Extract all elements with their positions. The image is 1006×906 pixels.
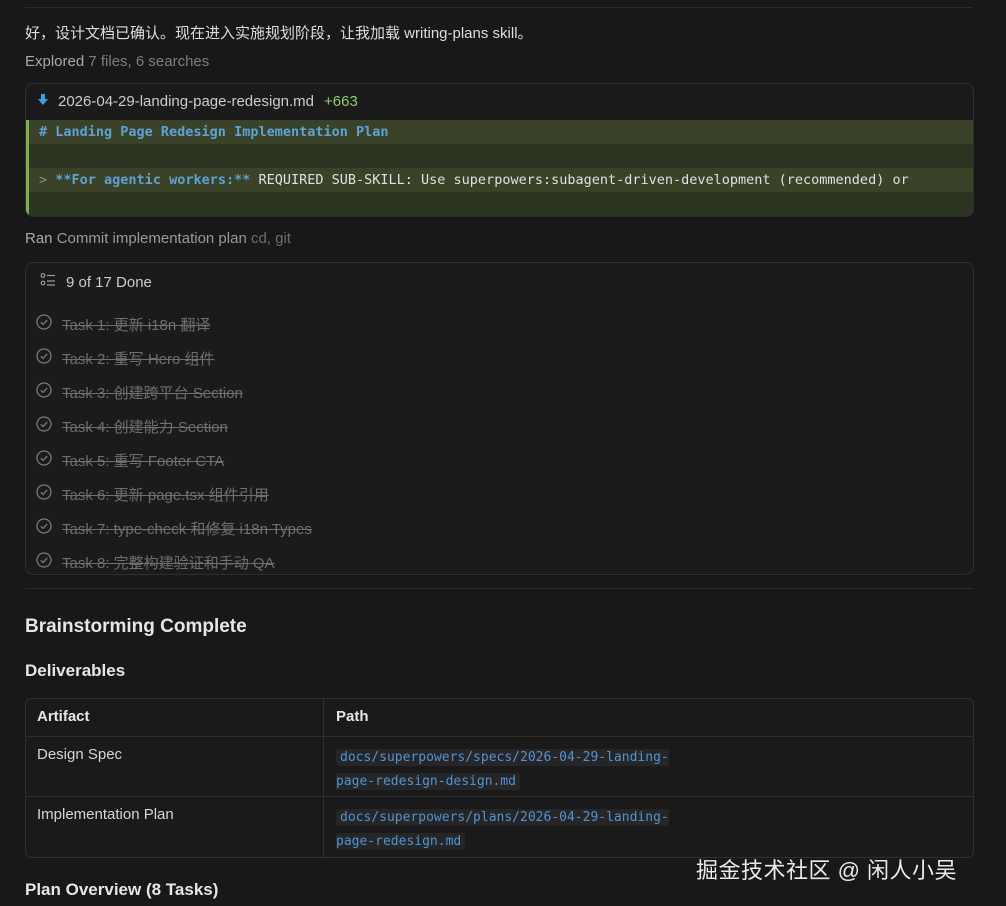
check-circle-icon [36,518,52,538]
diff-bold-text: **For agentic workers:** [55,172,251,188]
explored-detail: 7 files, 6 searches [88,53,210,70]
top-divider [25,7,973,8]
todo-status: 9 of 17 Done [66,273,152,291]
diff-filename[interactable]: 2026-04-29-landing-page-redesign.md [58,93,314,110]
todo-item-label: Task 4: 创建能力 Section [62,418,228,436]
todo-item-label: Task 2: 重写 Hero 组件 [62,350,215,368]
ran-description: Commit implementation plan [56,230,247,247]
check-circle-icon [36,314,52,334]
todo-item-label: Task 3: 创建跨平台 Section [62,384,243,402]
diff-added-count: +663 [324,93,358,110]
diff-line-note: > **For agentic workers:** REQUIRED SUB-… [26,168,973,192]
todo-item: Task 3: 创建跨平台 Section [36,375,312,409]
artifact-cell: Implementation Plan [37,806,174,823]
diff-line-empty-2 [26,192,973,216]
deliverables-table: Artifact Path Design Spec docs/superpowe… [25,698,974,858]
todo-card: 9 of 17 Done Task 1: 更新 i18n 翻译 Task 2: … [25,262,974,575]
heading-plan-overview: Plan Overview (8 Tasks) [25,880,219,899]
check-circle-icon [36,450,52,470]
diff-note-text: REQUIRED SUB-SKILL: Use superpowers:suba… [250,172,909,188]
todo-item-label: Task 8: 完整构建验证和手动 QA [62,554,275,572]
path-cell: docs/superpowers/plans/2026-04-29-landin… [336,806,676,854]
section-divider [25,588,973,589]
diff-header[interactable]: 2026-04-29-landing-page-redesign.md +663 [38,93,358,110]
check-circle-icon [36,484,52,504]
check-circle-icon [36,552,52,572]
path-link[interactable]: docs/superpowers/plans/2026-04-29-landin… [336,806,676,854]
column-header-path: Path [336,708,369,725]
checklist-icon [40,272,56,292]
todo-item-label: Task 7: type-check 和修复 i18n Types [62,520,312,538]
todo-item: Task 7: type-check 和修复 i18n Types [36,511,312,545]
todo-item-label: Task 6: 更新 page.tsx 组件引用 [62,486,269,504]
artifact-cell: Design Spec [37,746,123,763]
explored-summary[interactable]: Explored 7 files, 6 searches [25,53,209,70]
check-circle-icon [36,416,52,436]
heading-deliverables: Deliverables [25,661,126,680]
todo-item-label: Task 1: 更新 i18n 翻译 [62,316,211,334]
todo-list: Task 1: 更新 i18n 翻译 Task 2: 重写 Hero 组件 Ta… [36,307,312,579]
todo-item: Task 2: 重写 Hero 组件 [36,341,312,375]
column-header-artifact: Artifact [37,708,90,725]
check-circle-icon [36,348,52,368]
ran-detail: cd, git [250,230,291,247]
todo-header[interactable]: 9 of 17 Done [40,272,152,292]
table-row: Design Spec docs/superpowers/specs/2026-… [26,736,973,797]
table-header-row: Artifact Path [26,699,973,737]
todo-item-label: Task 5: 重写 Footer CTA [62,452,225,470]
todo-item: Task 4: 创建能力 Section [36,409,312,443]
todo-item: Task 8: 完整构建验证和手动 QA [36,545,312,579]
explored-verb: Explored [25,53,85,70]
diff-line-heading: # Landing Page Redesign Implementation P… [26,120,973,144]
todo-item: Task 5: 重写 Footer CTA [36,443,312,477]
path-cell: docs/superpowers/specs/2026-04-29-landin… [336,746,676,794]
table-row: Implementation Plan docs/superpowers/pla… [26,796,973,857]
check-circle-icon [36,382,52,402]
ran-summary[interactable]: Ran Commit implementation plan cd, git [25,230,291,247]
watermark: 掘金技术社区 @ 闲人小吴 [696,858,958,883]
diff-quote-marker: > [39,172,48,188]
assistant-message: 好，设计文档已确认。现在进入实施规划阶段，让我加载 writing-plans … [25,25,533,42]
todo-item: Task 6: 更新 page.tsx 组件引用 [36,477,312,511]
todo-item: Task 1: 更新 i18n 翻译 [36,307,312,341]
download-arrow-icon [38,94,48,109]
ran-verb: Ran [25,230,53,247]
path-link[interactable]: docs/superpowers/specs/2026-04-29-landin… [336,746,676,794]
heading-brainstorming-complete: Brainstorming Complete [25,616,247,637]
file-diff-card: 2026-04-29-landing-page-redesign.md +663… [25,83,974,217]
diff-line-empty [26,144,973,168]
